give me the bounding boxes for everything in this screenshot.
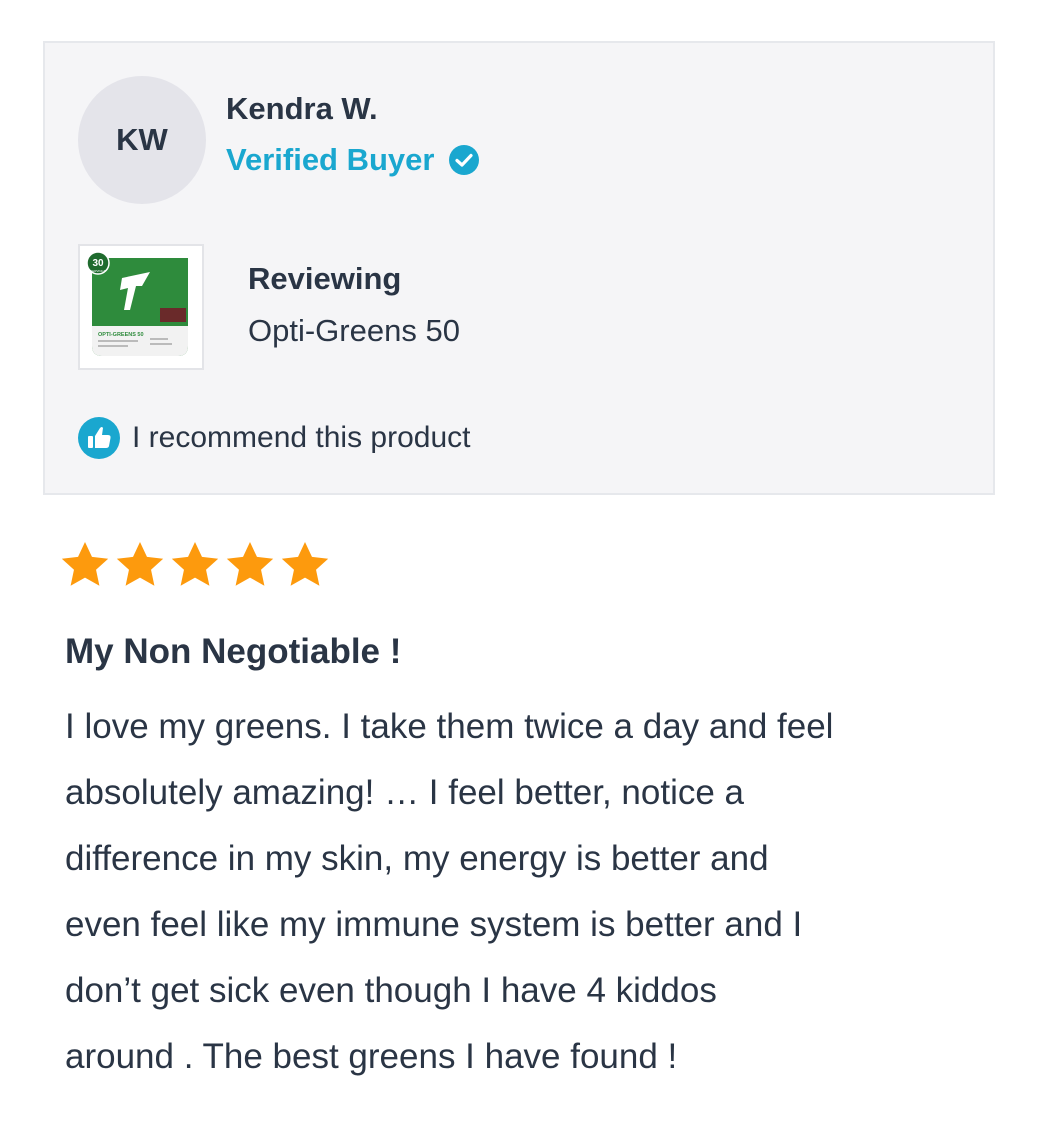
review-line: around . The best greens I have found ! xyxy=(65,1037,678,1076)
product-thumbnail[interactable]: 30 SERVINGS OPTI-GREENS 50 xyxy=(78,244,204,370)
avatar-initials: KW xyxy=(116,122,168,157)
reviewer-card: KW Kendra W. Verified Buyer 30 SERVINGS … xyxy=(43,41,995,495)
thumbs-up-icon xyxy=(78,417,120,459)
star-icon xyxy=(116,542,164,586)
verified-buyer-badge: Verified Buyer xyxy=(226,142,480,178)
star-rating xyxy=(58,538,333,592)
product-package-image: 30 SERVINGS OPTI-GREENS 50 xyxy=(80,246,202,368)
star-icon xyxy=(226,542,274,586)
avatar: KW xyxy=(78,76,206,204)
review-title: My Non Negotiable ! xyxy=(65,632,402,671)
review-line: don’t get sick even though I have 4 kidd… xyxy=(65,971,717,1010)
star-icon xyxy=(61,542,109,586)
verified-check-icon xyxy=(449,145,480,175)
recommend-text: I recommend this product xyxy=(132,421,471,454)
servings-number: 30 xyxy=(92,258,104,269)
package-product-name: OPTI-GREENS 50 xyxy=(98,332,144,338)
reviewing-label: Reviewing xyxy=(248,261,402,296)
review-line: I love my greens. I take them twice a da… xyxy=(65,707,834,746)
review-body: I love my greens. I take them twice a da… xyxy=(65,694,1015,1090)
review-line: absolutely amazing! … I feel better, not… xyxy=(65,773,744,812)
servings-label: SERVINGS xyxy=(90,269,105,273)
star-icon xyxy=(171,542,219,586)
product-name[interactable]: Opti-Greens 50 xyxy=(248,313,460,349)
star-icon xyxy=(281,542,329,586)
review-line: difference in my skin, my energy is bett… xyxy=(65,839,769,878)
reviewer-name: Kendra W. xyxy=(226,91,378,126)
recommend-row: I recommend this product xyxy=(78,417,470,459)
review-line: even feel like my immune system is bette… xyxy=(65,905,803,944)
verified-buyer-label: Verified Buyer xyxy=(226,142,435,177)
